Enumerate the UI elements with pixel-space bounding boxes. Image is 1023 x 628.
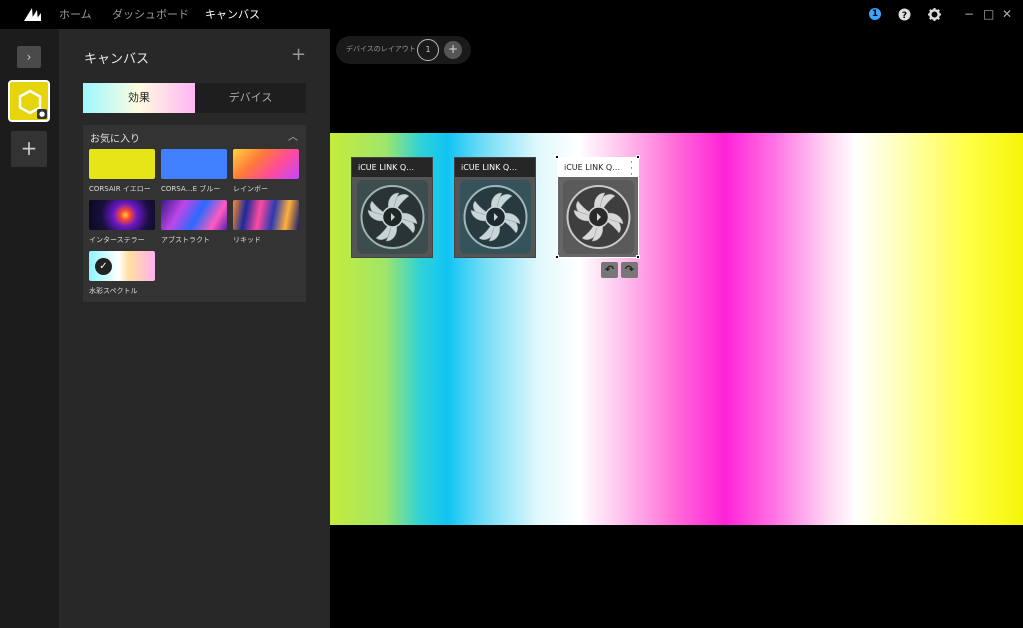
device-layout-label: デバイスのレイアウト [346,45,416,53]
device-name: iCUE LINK Q… [352,158,432,177]
effect-label: インターステラー [89,236,145,244]
settings-icon[interactable] [928,8,941,21]
panel-tabs: 効果 デバイス [83,83,306,113]
nav-home[interactable]: ホーム [59,0,92,29]
nav-dashboard[interactable]: ダッシュボード [112,0,189,29]
check-icon: ✓ [95,258,112,275]
resize-handle[interactable] [636,255,640,259]
effect-label: CORSA…E ブルー [161,185,221,193]
tab-devices[interactable]: デバイス [195,83,306,113]
close-button[interactable]: ✕ [1002,6,1012,22]
add-canvas-button[interactable]: + [11,131,47,167]
fan-icon [563,180,634,254]
favorites-section: お気に入り ︿ CORSAIR イエロー CORSA…E ブルー レインボー イ… [83,125,306,302]
rotate-right-icon[interactable]: ↷ [621,262,638,278]
effect-interstellar[interactable]: インターステラー [89,200,155,245]
chevron-right-icon: › [26,50,32,64]
notification-badge[interactable]: 1 [869,8,881,20]
effects-panel: キャンバス + 効果 デバイス お気に入り ︿ CORSAIR イエロー COR… [59,29,330,628]
resize-handle[interactable] [555,255,559,259]
device-name: iCUE LINK Q… [455,158,535,177]
effect-corsair-yellow[interactable]: CORSAIR イエロー [89,149,155,194]
effect-corsair-blue[interactable]: CORSA…E ブルー [161,149,227,194]
effect-swatch [89,149,155,179]
title-bar: ホーム ダッシュボード キャンバス 1 ? − □ ✕ [0,0,1023,29]
lock-icon: ● [37,109,47,119]
svg-text:?: ? [902,11,907,21]
add-effect-button[interactable]: + [291,44,306,65]
effect-label: 水彩スペクトル [89,287,138,295]
effect-watercolor-spectrum[interactable]: ✓ 水彩スペクトル [89,251,155,296]
resize-handle[interactable] [555,155,559,159]
fan-icon [460,180,531,254]
minimize-button[interactable]: − [964,6,974,22]
device-card[interactable]: iCUE LINK Q… [351,157,433,258]
effect-label: リキッド [233,236,261,244]
effect-label: CORSAIR イエロー [89,185,151,193]
resize-handle[interactable] [636,155,640,159]
effect-label: アブストラクト [161,236,210,244]
device-layout-bar: デバイスのレイアウト 1 + [336,36,471,64]
effect-rainbow[interactable]: レインボー [233,149,299,194]
add-layout-button[interactable]: + [444,41,462,59]
panel-title: キャンバス [84,52,150,67]
device-card-selected[interactable]: iCUE LINK Q… · · · [557,157,639,258]
effect-swatch [161,200,227,230]
more-options-icon[interactable]: · · · [630,159,633,180]
lighting-canvas[interactable] [330,133,1023,525]
effect-liquid[interactable]: リキッド [233,200,299,245]
expand-rail-button[interactable]: › [17,46,41,68]
fan-icon [357,180,428,254]
effect-swatch [89,200,155,230]
effect-swatch [161,149,227,179]
device-card[interactable]: iCUE LINK Q… [454,157,536,258]
maximize-button[interactable]: □ [983,6,994,22]
canvas-thumbnail[interactable]: ● [8,80,50,122]
left-rail: › ● + [0,29,59,628]
effect-swatch [233,149,299,179]
favorites-title: お気に入り [90,134,140,145]
effect-label: レインボー [233,185,268,193]
rotate-left-icon[interactable]: ↶ [601,262,618,278]
effect-abstract[interactable]: アブストラクト [161,200,227,245]
tab-effects[interactable]: 効果 [83,83,195,113]
effect-swatch: ✓ [89,251,155,281]
nav-canvas[interactable]: キャンバス [205,0,260,29]
collapse-chevron-icon[interactable]: ︿ [288,128,298,143]
device-name: iCUE LINK Q… [558,158,638,177]
layout-count-button[interactable]: 1 [417,39,439,61]
corsair-logo [24,8,41,21]
effect-swatch [233,200,299,230]
help-icon[interactable]: ? [898,8,911,21]
